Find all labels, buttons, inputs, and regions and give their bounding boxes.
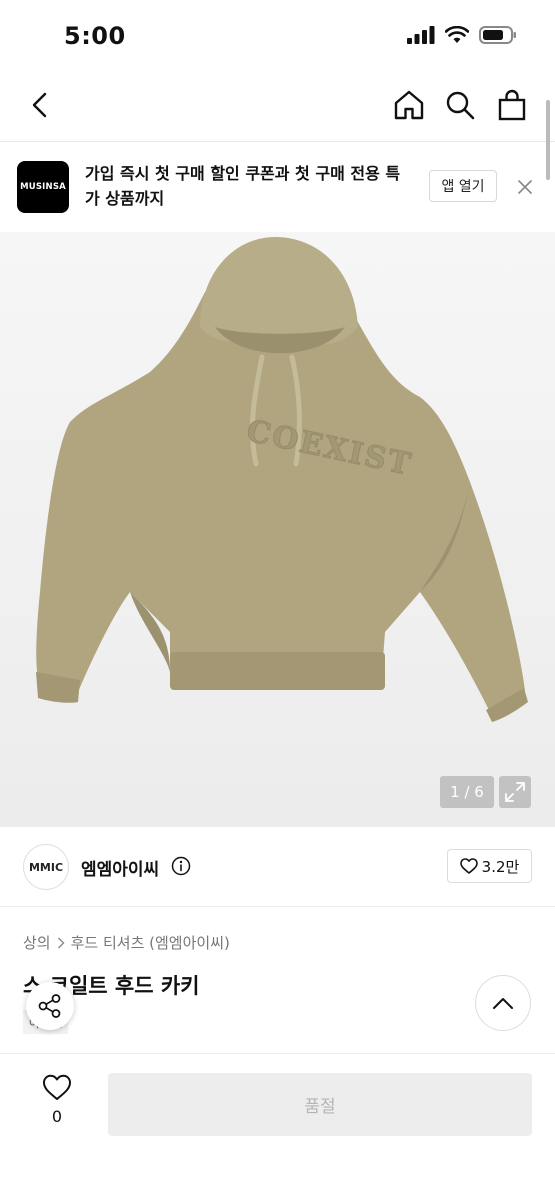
heart-icon	[459, 858, 478, 874]
bag-icon	[498, 89, 526, 121]
home-icon	[394, 90, 424, 120]
cart-button[interactable]	[492, 85, 532, 125]
status-bar: 5:00	[0, 0, 555, 68]
close-icon	[518, 180, 532, 194]
brand-logo[interactable]: MMIC	[23, 844, 69, 890]
search-button[interactable]	[440, 85, 480, 125]
promo-close-button[interactable]	[512, 174, 538, 200]
scroll-top-button[interactable]	[475, 975, 531, 1031]
expand-image-button[interactable]	[499, 776, 531, 808]
brand-like-button[interactable]: 3.2만	[447, 849, 532, 883]
status-time: 5:00	[64, 22, 126, 50]
chevron-right-icon	[57, 937, 65, 948]
musinsa-logo: MUSINSA	[17, 161, 69, 213]
brand-like-count: 3.2만	[481, 857, 520, 876]
breadcrumb-category[interactable]: 상의	[23, 932, 51, 953]
nav-bar	[0, 68, 555, 142]
share-button[interactable]	[26, 982, 74, 1030]
wishlist-button[interactable]: 0	[38, 1074, 76, 1126]
status-icons	[407, 26, 517, 44]
chevron-up-icon	[493, 998, 513, 1009]
app-promo-banner: MUSINSA 가입 즉시 첫 구매 할인 쿠폰과 첫 구매 전용 특가 상품까…	[0, 142, 555, 232]
scrollbar[interactable]	[546, 100, 550, 180]
breadcrumb-subcategory[interactable]: 후드 티셔츠 (엠엠아이씨)	[71, 932, 230, 953]
back-icon	[32, 92, 47, 118]
image-counter: 1 / 6	[440, 776, 494, 808]
hoodie-image: COEXIST	[36, 237, 528, 722]
wifi-icon	[445, 26, 469, 43]
back-button[interactable]	[20, 85, 60, 125]
info-icon	[171, 856, 191, 876]
home-button[interactable]	[389, 85, 429, 125]
soldout-button[interactable]: 품절	[108, 1073, 532, 1136]
search-icon	[446, 91, 475, 120]
signal-icon	[407, 26, 435, 44]
open-app-button[interactable]: 앱 열기	[429, 170, 497, 202]
bottom-action-bar: 0 품절	[0, 1053, 555, 1200]
product-image-gallery[interactable]: COEXIST 1 / 6	[0, 232, 555, 827]
expand-icon	[505, 782, 525, 802]
battery-icon	[479, 26, 516, 44]
share-icon	[38, 994, 61, 1018]
brand-row: MMIC 엠엠아이씨 3.2만	[0, 827, 555, 907]
wishlist-count: 0	[51, 1107, 63, 1126]
heart-icon	[43, 1074, 71, 1100]
brand-info-button[interactable]	[171, 856, 191, 880]
breadcrumb: 상의 후드 티셔츠 (엠엠아이씨)	[23, 932, 230, 953]
brand-name[interactable]: 엠엠아이씨	[81, 855, 159, 880]
promo-message: 가입 즉시 첫 구매 할인 쿠폰과 첫 구매 전용 특가 상품까지	[85, 164, 401, 208]
